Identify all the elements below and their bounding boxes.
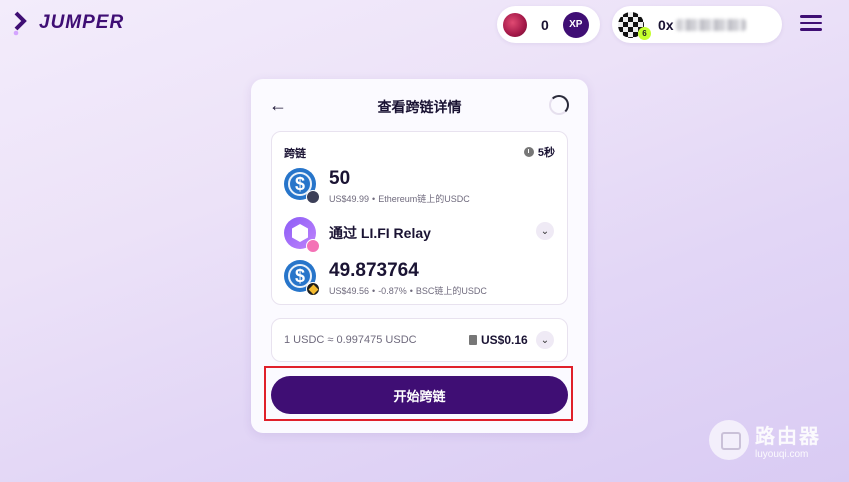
wallet-address: 0x [658,16,674,33]
to-amount: 49.873764 [329,260,419,281]
router-logo-icon [709,420,749,460]
rate-fee-box: 1 USDC ≈ 0.997475 USDC US$0.16 ⌄ [271,318,568,362]
to-desc: BSC链上的USDC [415,286,487,296]
from-amount: 50 [329,168,351,189]
from-details: US$49.99 • Ethereum链上的USDC [329,194,470,204]
lifi-relay-icon [284,217,320,253]
profile-avatar [503,12,527,37]
xp-pill[interactable]: 0 XP [497,6,600,43]
xp-count: 0 [541,16,549,33]
bsc-chain-icon [306,282,320,296]
wallet-address-blurred [675,18,746,31]
route-provider: 通过 LI.FI Relay [329,225,431,241]
exchange-rate: 1 USDC ≈ 0.997475 USDC [284,334,417,346]
highlight-box [264,366,573,421]
relay-badge-icon [306,239,320,253]
watermark: 路由器 luyouqi.com [709,420,821,460]
gas-fee: US$0.16 [469,333,528,347]
jumper-logo-icon [13,11,27,36]
route-box: 跨链 5秒 $ 50 US$49.99 • Ethereum链上的USDC 通过 L… [271,131,568,305]
hamburger-menu-icon[interactable] [800,15,822,33]
route-label: 跨链 [284,148,306,160]
from-usd: US$49.99 [329,194,370,204]
gas-fee-value: US$0.16 [481,333,528,347]
time-estimate-value: 5秒 [537,147,555,159]
jumper-logo[interactable]: JUMPER [13,10,124,36]
usdc-icon: $ [284,168,320,204]
watermark-main: 路由器 [755,426,821,448]
time-estimate: 5秒 [523,144,555,160]
page-title: 查看跨链详情 [377,99,462,115]
refresh-spinner-icon[interactable] [549,95,569,115]
xp-badge: XP [562,11,589,38]
ethereum-chain-icon [306,190,320,204]
route-expand-chevron-down-icon[interactable]: ⌄ [536,222,554,240]
to-change: -0.87% [378,286,407,296]
gas-pump-icon [469,335,477,345]
wallet-chain-badge: 6 [638,27,651,40]
watermark-sub: luyouqi.com [755,449,809,460]
usdc-icon: $ [284,260,320,296]
from-desc: Ethereum链上的USDC [378,194,470,204]
to-details: US$49.56 • -0.87% • BSC链上的USDC [329,286,487,296]
fee-expand-chevron-down-icon[interactable]: ⌄ [536,331,554,349]
clock-icon [523,147,534,157]
wallet-pill[interactable]: 6 0x [612,6,782,43]
to-usd: US$49.56 [329,286,370,296]
brand-name: JUMPER [39,12,125,33]
